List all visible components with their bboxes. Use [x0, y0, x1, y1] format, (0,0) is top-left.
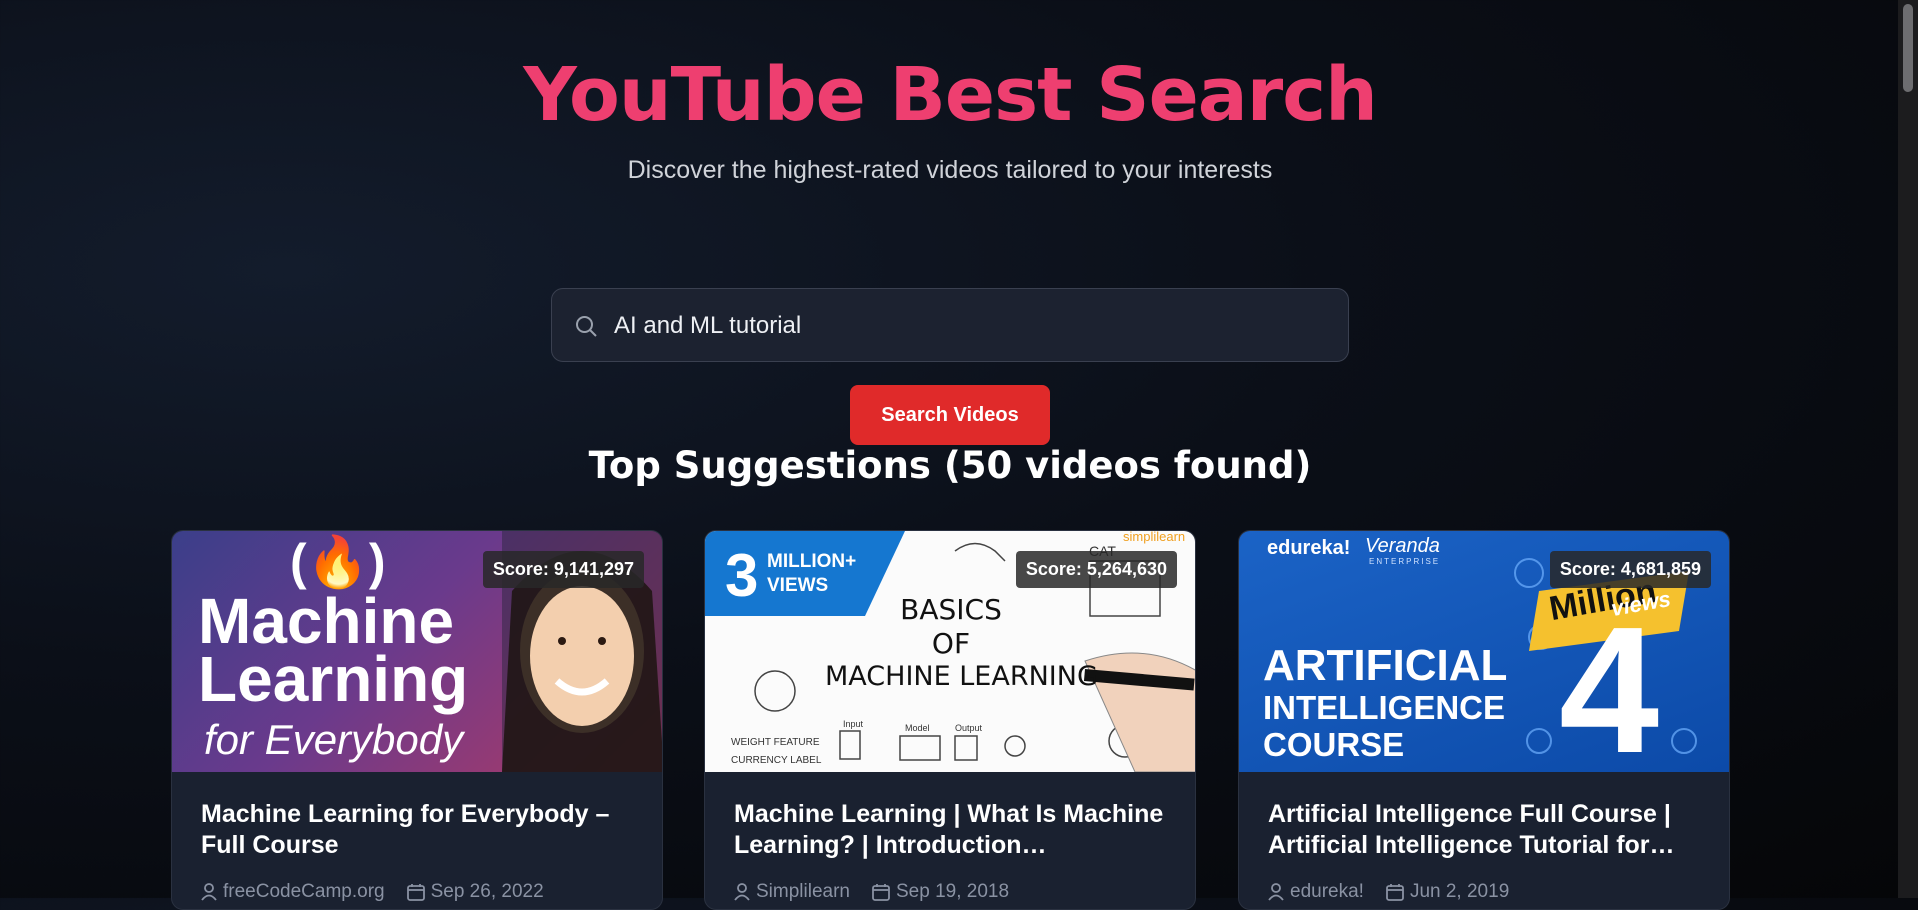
page-scrollbar[interactable]	[1898, 0, 1918, 898]
calendar-icon	[1386, 884, 1404, 901]
publish-date: Jun 2, 2019	[1409, 881, 1510, 902]
video-thumbnail[interactable]: edureka! Veranda ENTERPRISE Million view…	[1239, 531, 1729, 773]
thumb-brand: edureka!	[1267, 537, 1351, 559]
thumb-line3: for Everybody	[204, 716, 464, 763]
thumb-big-number: 4	[1559, 590, 1660, 773]
video-card[interactable]: (🔥) Machine Learning for Everybody Score…	[171, 530, 663, 910]
video-meta: Simplilearn Sep 19, 2018	[734, 881, 1009, 903]
thumb-line1: ARTIFICIAL	[1263, 641, 1508, 690]
video-meta: freeCodeCamp.org Sep 26, 2022	[201, 881, 544, 903]
thumb-logo: (🔥)	[290, 534, 386, 590]
user-icon	[734, 883, 750, 901]
calendar-icon	[406, 884, 425, 901]
score-badge: Score: 4,681,859	[1549, 551, 1711, 588]
thumb-line2: INTELLIGENCE	[1263, 689, 1506, 726]
thumb-output: Output	[955, 723, 983, 733]
thumb-brand-tag: ENTERPRISE	[1369, 557, 1441, 566]
thumb-line1: Machine	[198, 585, 455, 657]
channel-name[interactable]: freeCodeCamp.org	[223, 881, 385, 903]
page-subtitle: Discover the highest-rated videos tailor…	[627, 156, 1273, 184]
score-badge: Score: 5,264,630	[1015, 551, 1177, 588]
score-badge: Score: 9,141,297	[482, 551, 644, 588]
thumb-line2: OF	[931, 627, 971, 660]
results-heading: Top Suggestions (50 videos found)	[588, 444, 1312, 487]
video-title[interactable]: Artificial Intelligence Full Course | Ar…	[1268, 799, 1708, 861]
publish-date: Sep 26, 2022	[430, 881, 544, 902]
thumb-line2: Learning	[198, 643, 469, 715]
thumb-brand: simplilearn	[1123, 531, 1186, 544]
video-title[interactable]: Machine Learning for Everybody – Full Co…	[201, 799, 641, 861]
thumb-brand-partner: Veranda	[1365, 535, 1440, 557]
calendar-icon	[872, 884, 890, 901]
video-meta: edureka! Jun 2, 2019	[1268, 881, 1509, 903]
page-title: YouTube Best Search	[523, 52, 1378, 138]
scrollbar-thumb[interactable]	[1903, 4, 1913, 92]
user-icon	[1268, 883, 1284, 901]
channel-name[interactable]: edureka!	[1290, 881, 1364, 903]
user-icon	[201, 883, 217, 901]
video-thumbnail[interactable]: 3 MILLION+ VIEWS BASICS OF MACHINE LEARN…	[705, 531, 1195, 772]
search-icon	[576, 316, 597, 337]
thumb-line3: COURSE	[1263, 726, 1405, 763]
thumb-input: Input	[843, 719, 864, 729]
thumb-line1: BASICS	[900, 593, 1002, 626]
thumb-model: Model	[905, 723, 930, 733]
publish-date: Sep 19, 2018	[895, 881, 1010, 902]
thumb-line3: MACHINE LEARNING	[825, 661, 1098, 692]
search-videos-button[interactable]: Search Videos	[850, 385, 1050, 445]
video-thumbnail[interactable]: (🔥) Machine Learning for Everybody Score…	[172, 531, 662, 772]
views-million: MILLION+	[767, 551, 857, 572]
channel-name[interactable]: Simplilearn	[756, 881, 850, 903]
video-card[interactable]: edureka! Veranda ENTERPRISE Million view…	[1238, 530, 1730, 910]
search-box[interactable]	[551, 288, 1349, 363]
search-input[interactable]	[612, 289, 1336, 363]
thumb-weight: WEIGHT FEATURE	[731, 737, 820, 748]
thumb-currency: CURRENCY LABEL	[731, 755, 822, 766]
video-card[interactable]: 3 MILLION+ VIEWS BASICS OF MACHINE LEARN…	[704, 530, 1196, 910]
video-title[interactable]: Machine Learning | What Is Machine Learn…	[734, 799, 1174, 861]
